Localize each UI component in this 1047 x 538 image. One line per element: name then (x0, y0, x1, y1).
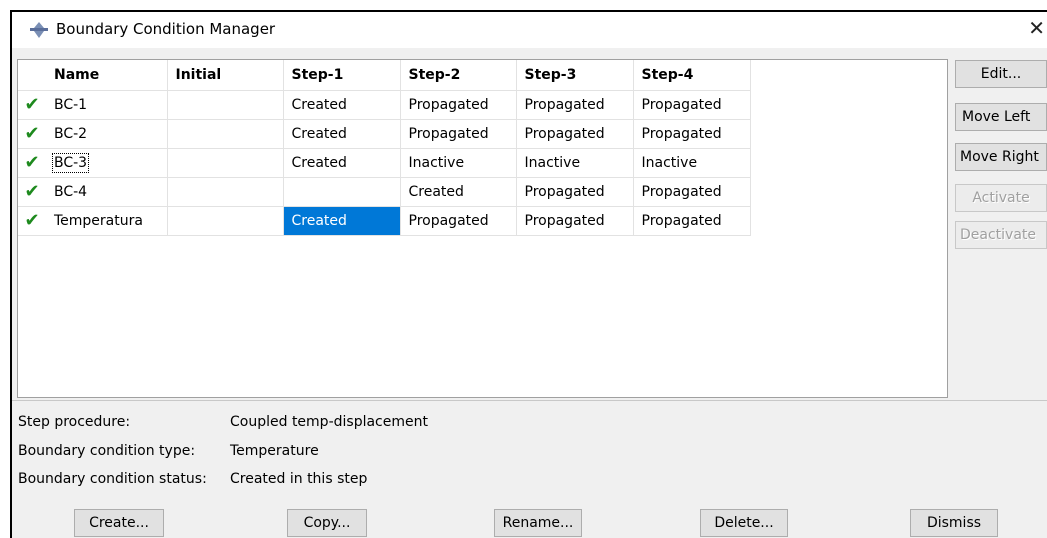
cell-initial[interactable] (167, 206, 284, 236)
move-left-button[interactable]: Move Left (955, 103, 1047, 131)
bc-status-row: Boundary condition status: Created in th… (18, 471, 367, 487)
cell-step-2[interactable]: Propagated (400, 119, 517, 149)
cell-name[interactable]: BC-2 (46, 119, 168, 149)
step-procedure-label: Step procedure: (18, 414, 131, 430)
header-step-1[interactable]: Step-1 (283, 60, 401, 91)
cell-step-2[interactable]: Created (400, 177, 517, 207)
cell-initial[interactable] (167, 177, 284, 207)
bc-type-value: Temperature (230, 443, 319, 459)
cell-step-1[interactable]: Created (283, 119, 401, 149)
close-icon[interactable]: ✕ (1028, 16, 1045, 40)
cell-name[interactable]: BC-4 (46, 177, 168, 207)
bc-status-label: Boundary condition status: (18, 471, 207, 487)
header-initial[interactable]: Initial (167, 60, 284, 91)
focused-cell-text[interactable]: BC-3 (51, 152, 90, 173)
cell-step-2[interactable]: Propagated (400, 90, 517, 120)
cell-initial[interactable] (167, 90, 284, 120)
cell-step-4[interactable]: Propagated (633, 90, 751, 120)
check-icon[interactable]: ✔ (24, 181, 39, 202)
title-bar: Boundary Condition Manager ✕ (12, 12, 1047, 48)
cell-initial[interactable] (167, 148, 284, 178)
create-button[interactable]: Create... (74, 509, 164, 537)
activate-button[interactable]: Activate (955, 184, 1047, 212)
step-procedure-value: Coupled temp-displacement (230, 414, 428, 430)
cell-step-1[interactable]: Created (283, 90, 401, 120)
header-name[interactable]: Name (46, 60, 168, 91)
row-check-icon[interactable]: ✔ (18, 177, 46, 207)
header-check-column (18, 60, 46, 91)
cell-name[interactable]: BC-3 (46, 148, 168, 178)
row-check-icon[interactable]: ✔ (18, 90, 46, 120)
cell-step-1[interactable] (283, 177, 401, 207)
window-title: Boundary Condition Manager (56, 20, 276, 38)
row-check-icon[interactable]: ✔ (18, 119, 46, 149)
bc-status-value: Created in this step (230, 471, 368, 487)
header-step-2[interactable]: Step-2 (400, 60, 517, 91)
cell-step-3[interactable]: Propagated (516, 119, 634, 149)
check-icon[interactable]: ✔ (24, 123, 39, 144)
cell-step-4[interactable]: Propagated (633, 177, 751, 207)
check-icon[interactable]: ✔ (24, 152, 39, 173)
cell-step-2[interactable]: Propagated (400, 206, 517, 236)
abaqus-app-icon (30, 22, 48, 38)
table-row[interactable]: ✔ BC-1 Created Propagated Propagated Pro… (18, 90, 751, 120)
divider (12, 400, 1047, 401)
cell-step-1[interactable]: Created (283, 148, 401, 178)
row-check-icon[interactable]: ✔ (18, 148, 46, 178)
deactivate-button[interactable]: Deactivate (955, 221, 1047, 249)
copy-button[interactable]: Copy... (287, 509, 367, 537)
move-right-button[interactable]: Move Right (955, 143, 1047, 171)
cell-initial[interactable] (167, 119, 284, 149)
cell-step-3[interactable]: Inactive (516, 148, 634, 178)
bc-table-panel: Name Initial Step-1 Step-2 Step-3 Step-4… (17, 59, 948, 398)
step-procedure-row: Step procedure: Coupled temp-displacemen… (18, 414, 428, 430)
bc-type-row: Boundary condition type: Temperature (18, 443, 319, 459)
check-icon[interactable]: ✔ (24, 94, 39, 115)
bc-table: Name Initial Step-1 Step-2 Step-3 Step-4… (18, 60, 751, 236)
table-row[interactable]: ✔ BC-2 Created Propagated Propagated Pro… (18, 119, 751, 149)
rename-button[interactable]: Rename... (494, 509, 582, 537)
row-check-icon[interactable]: ✔ (18, 206, 46, 236)
cell-step-2[interactable]: Inactive (400, 148, 517, 178)
table-header-row: Name Initial Step-1 Step-2 Step-3 Step-4 (18, 60, 751, 91)
table-row[interactable]: ✔ BC-3 Created Inactive Inactive Inactiv… (18, 148, 751, 178)
cell-step-4[interactable]: Propagated (633, 119, 751, 149)
table-row[interactable]: ✔ Temperatura Created Propagated Propaga… (18, 206, 751, 236)
header-step-3[interactable]: Step-3 (516, 60, 634, 91)
check-icon[interactable]: ✔ (24, 210, 39, 231)
cell-step-1-selected[interactable]: Created (283, 206, 401, 236)
cell-step-3[interactable]: Propagated (516, 177, 634, 207)
dismiss-button[interactable]: Dismiss (910, 509, 998, 537)
cell-step-3[interactable]: Propagated (516, 90, 634, 120)
bc-type-label: Boundary condition type: (18, 443, 196, 459)
delete-button[interactable]: Delete... (700, 509, 788, 537)
cell-step-4[interactable]: Inactive (633, 148, 751, 178)
cell-name[interactable]: Temperatura (46, 206, 168, 236)
table-row[interactable]: ✔ BC-4 Created Propagated Propagated (18, 177, 751, 207)
header-step-4[interactable]: Step-4 (633, 60, 751, 91)
edit-button[interactable]: Edit... (955, 60, 1047, 88)
cell-step-3[interactable]: Propagated (516, 206, 634, 236)
cell-name[interactable]: BC-1 (46, 90, 168, 120)
cell-step-4[interactable]: Propagated (633, 206, 751, 236)
boundary-condition-manager-dialog: Boundary Condition Manager ✕ Name Initia… (10, 10, 1047, 538)
